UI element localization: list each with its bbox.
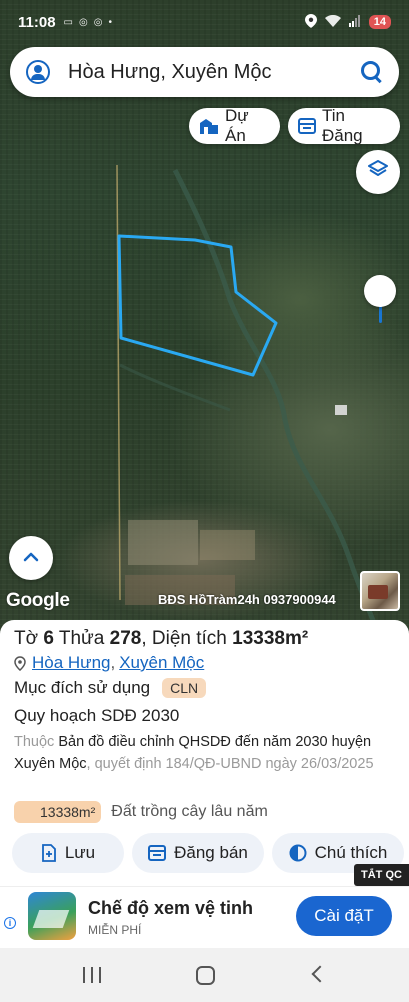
legend-label: Chú thích — [314, 843, 388, 862]
plan-heading: Quy hoạch SDĐ 2030 — [14, 706, 180, 725]
search-input[interactable]: Hòa Hưng, Xuyên Mộc — [68, 61, 361, 84]
sheet-number: 6 — [43, 628, 54, 649]
dirt-road — [116, 164, 121, 601]
install-button[interactable]: Cài đặT — [296, 896, 392, 936]
map-pin-icon — [14, 655, 26, 671]
river — [172, 168, 383, 640]
building — [335, 405, 347, 415]
parcel-title: Tờ 6 Thửa 278, Diện tích 13338m² — [14, 628, 309, 649]
layers-icon — [367, 159, 389, 186]
location-icon — [304, 13, 317, 31]
ad-title: Chế độ xem vệ tinh — [88, 898, 254, 918]
building-icon — [199, 117, 219, 135]
recent-apps-icon[interactable] — [83, 967, 101, 983]
street-view-thumbnail[interactable] — [360, 571, 400, 611]
map-watermark: BĐS HồTràm24h 0937900944 — [158, 592, 336, 607]
ward-link[interactable]: Hòa Hưng — [32, 653, 110, 673]
land-type-row: 13338m² Đất trồng cây lâu năm — [14, 801, 268, 823]
cleared-field — [200, 530, 255, 560]
wifi-icon — [324, 14, 341, 30]
back-icon[interactable] — [311, 965, 329, 983]
sheet-label: Tờ — [14, 628, 39, 649]
save-button[interactable]: Lưu — [12, 833, 124, 873]
du-an-label: Dự Án — [225, 106, 249, 145]
post-sale-label: Đăng bán — [174, 843, 248, 862]
battery-indicator: 14 — [368, 15, 391, 29]
system-nav-bar — [0, 948, 409, 1002]
land-type-label: Đất trồng cây lâu năm — [111, 803, 268, 820]
tin-dang-chip[interactable]: Tin Đăng — [288, 106, 400, 145]
google-logo: Google — [6, 590, 70, 611]
search-bar[interactable]: Hòa Hưng, Xuyên Mộc — [10, 47, 399, 97]
du-an-chip[interactable]: Dự Án — [189, 106, 280, 145]
app-icon — [28, 892, 76, 940]
contrast-icon — [289, 844, 307, 862]
home-icon[interactable] — [196, 966, 215, 985]
location-separator: , — [110, 653, 116, 672]
close-ad-button[interactable]: TẮT QC — [354, 864, 409, 886]
save-icon — [41, 844, 57, 862]
desc-prefix: Thuộc — [14, 734, 55, 750]
save-label: Lưu — [64, 843, 96, 862]
listing-icon — [298, 118, 316, 134]
satellite-map[interactable]: 11:08 ▭ ◎ ◎ • 14 Hòa Hưng, Xuyên Mộc Dự … — [0, 0, 409, 640]
land-use-purpose: Mục đích sử dụng CLN — [14, 678, 207, 698]
plan-description: Thuộc Bản đồ điều chỉnh QHSDĐ đến năm 20… — [14, 731, 399, 775]
river-branch — [119, 363, 231, 412]
parcel-location: Hòa Hưng , Xuyên Mộc — [14, 653, 204, 673]
chrome-icon: ◎ — [93, 16, 103, 28]
user-account-icon[interactable] — [26, 60, 50, 84]
district-link[interactable]: Xuyên Mộc — [119, 653, 204, 673]
dot-icon: • — [108, 16, 112, 28]
ad-info-icon[interactable]: i — [4, 917, 16, 929]
parcel-number: 278 — [109, 628, 142, 649]
cleared-field — [128, 520, 198, 565]
search-icon[interactable] — [361, 61, 383, 83]
action-buttons: Lưu Đăng bán Chú thích — [12, 833, 404, 873]
land-code-badge[interactable]: CLN — [162, 678, 207, 698]
tin-dang-label: Tin Đăng — [322, 106, 363, 145]
ad-banner[interactable]: i Chế độ xem vệ tinh MIỄN PHÍ Cài đặT — [0, 886, 409, 948]
clock: 11:08 — [18, 13, 56, 31]
opacity-slider-handle[interactable] — [364, 275, 396, 307]
chevron-up-icon — [23, 549, 39, 567]
status-bar: 11:08 ▭ ◎ ◎ • 14 — [0, 0, 409, 44]
parcel-info-sheet: Tờ 6 Thửa 278, Diện tích 13338m² Hòa Hưn… — [0, 620, 409, 890]
purpose-label: Mục đích sử dụng — [14, 678, 151, 697]
expand-up-button[interactable] — [9, 536, 53, 580]
chrome-icon: ◎ — [79, 16, 88, 28]
signal-icon — [348, 14, 361, 30]
post-sale-button[interactable]: Đăng bán — [132, 833, 264, 873]
parcel-label: Thửa — [58, 628, 105, 649]
area-label: Diện tích — [151, 628, 227, 649]
layers-button[interactable] — [356, 150, 400, 194]
area-value: 13338m² — [232, 628, 309, 649]
zalo-icon: ▭ — [63, 16, 73, 28]
ad-subtitle: MIỄN PHÍ — [88, 923, 142, 937]
parcel-outline — [117, 234, 278, 377]
listing-icon — [148, 845, 167, 861]
decision-info: , quyết định 184/QĐ-UBND ngày 26/03/2025 — [86, 756, 374, 772]
area-badge: 13338m² — [14, 801, 102, 823]
